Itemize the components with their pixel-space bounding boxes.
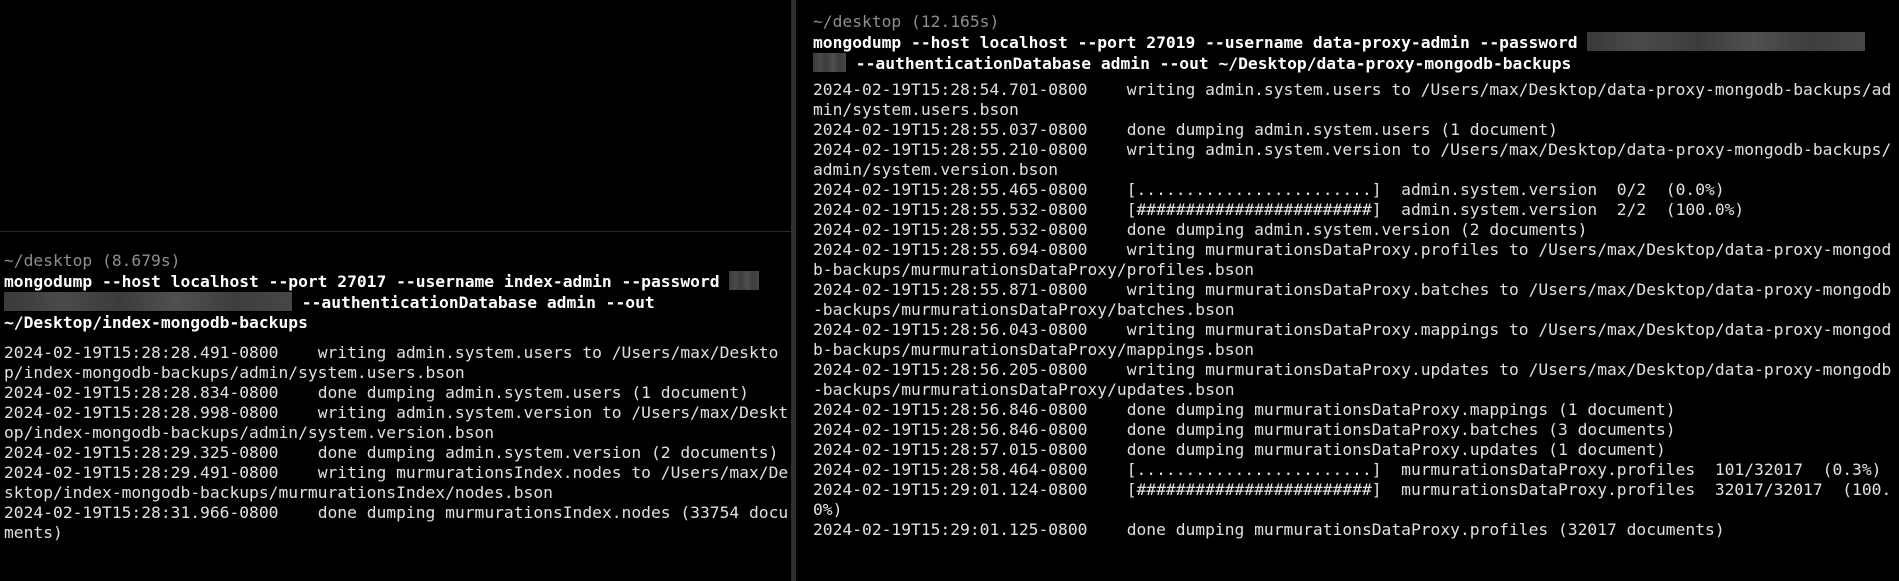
log-timestamp: 2024-02-19T15:28:54.701-0800 <box>813 80 1088 99</box>
log-timestamp: 2024-02-19T15:28:29.325-0800 <box>4 443 279 462</box>
log-timestamp: 2024-02-19T15:28:31.966-0800 <box>4 503 279 522</box>
log-timestamp: 2024-02-19T15:28:55.210-0800 <box>813 140 1088 159</box>
log-line: 2024-02-19T15:28:54.701-0800 writing adm… <box>813 80 1895 120</box>
log-message: done dumping admin.system.version (2 doc… <box>1126 220 1588 239</box>
log-timestamp: 2024-02-19T15:28:55.694-0800 <box>813 240 1088 259</box>
log-message: [........................] admin.system.… <box>1126 180 1725 199</box>
command-block: ~/desktop (12.165s) mongodump --host loc… <box>813 12 1895 540</box>
log-timestamp: 2024-02-19T15:28:56.846-0800 <box>813 420 1088 439</box>
redacted-password <box>813 53 846 72</box>
command-output: 2024-02-19T15:28:28.491-0800 writing adm… <box>4 343 790 543</box>
log-line: 2024-02-19T15:28:58.464-0800 [..........… <box>813 460 1895 480</box>
log-timestamp: 2024-02-19T15:28:56.205-0800 <box>813 360 1088 379</box>
command-block: ~/desktop (8.679s) mongodump --host loca… <box>4 251 790 543</box>
log-line: 2024-02-19T15:28:56.043-0800 writing mur… <box>813 320 1895 360</box>
log-line: 2024-02-19T15:28:29.325-0800 done dumpin… <box>4 443 790 463</box>
terminal-pane-right[interactable]: ~/desktop (12.165s) mongodump --host loc… <box>796 0 1899 581</box>
log-timestamp: 2024-02-19T15:29:01.125-0800 <box>813 520 1088 539</box>
log-line: 2024-02-19T15:28:28.491-0800 writing adm… <box>4 343 790 383</box>
log-message: done dumping murmurationsDataProxy.updat… <box>1126 440 1666 459</box>
command-line[interactable]: mongodump --host localhost --port 27019 … <box>813 32 1895 74</box>
log-line: 2024-02-19T15:28:28.834-0800 done dumpin… <box>4 383 790 403</box>
log-message: done dumping admin.system.users (1 docum… <box>317 383 749 402</box>
log-line: 2024-02-19T15:28:55.210-0800 writing adm… <box>813 140 1895 180</box>
log-timestamp: 2024-02-19T15:28:56.846-0800 <box>813 400 1088 419</box>
log-line: 2024-02-19T15:28:31.966-0800 done dumpin… <box>4 503 790 543</box>
terminal-pane-left[interactable]: ~/desktop (8.679s) mongodump --host loca… <box>0 0 791 581</box>
log-line: 2024-02-19T15:28:56.846-0800 done dumpin… <box>813 420 1895 440</box>
log-line: 2024-02-19T15:28:55.871-0800 writing mur… <box>813 280 1895 320</box>
log-timestamp: 2024-02-19T15:29:01.124-0800 <box>813 480 1088 499</box>
prompt-line: ~/desktop (8.679s) <box>4 251 181 270</box>
log-message: done dumping murmurationsDataProxy.profi… <box>1126 520 1725 539</box>
command-output: 2024-02-19T15:28:54.701-0800 writing adm… <box>813 80 1895 540</box>
log-timestamp: 2024-02-19T15:28:55.037-0800 <box>813 120 1088 139</box>
log-timestamp: 2024-02-19T15:28:55.465-0800 <box>813 180 1088 199</box>
log-line: 2024-02-19T15:28:56.846-0800 done dumpin… <box>813 400 1895 420</box>
redacted-password <box>4 292 292 311</box>
log-message: done dumping murmurationsDataProxy.mappi… <box>1126 400 1676 419</box>
log-timestamp: 2024-02-19T15:28:55.532-0800 <box>813 220 1088 239</box>
log-message: done dumping murmurationsDataProxy.batch… <box>1126 420 1676 439</box>
command-text: mongodump --host localhost --port 27019 … <box>813 33 1588 52</box>
log-line: 2024-02-19T15:28:28.998-0800 writing adm… <box>4 403 790 443</box>
command-text: mongodump --host localhost --port 27017 … <box>4 272 730 291</box>
log-timestamp: 2024-02-19T15:28:56.043-0800 <box>813 320 1088 339</box>
log-timestamp: 2024-02-19T15:28:57.015-0800 <box>813 440 1088 459</box>
log-message: [........................] murmurationsD… <box>1126 460 1882 479</box>
log-message: [########################] admin.system.… <box>1126 200 1745 219</box>
log-line: 2024-02-19T15:29:01.125-0800 done dumpin… <box>813 520 1895 540</box>
log-timestamp: 2024-02-19T15:28:55.871-0800 <box>813 280 1088 299</box>
command-line[interactable]: mongodump --host localhost --port 27017 … <box>4 271 790 333</box>
log-line: 2024-02-19T15:28:55.532-0800 done dumpin… <box>813 220 1895 240</box>
log-line: 2024-02-19T15:28:57.015-0800 done dumpin… <box>813 440 1895 460</box>
log-line: 2024-02-19T15:28:55.465-0800 [..........… <box>813 180 1895 200</box>
log-message: done dumping admin.system.users (1 docum… <box>1126 120 1558 139</box>
command-text: --authenticationDatabase admin --out ~/D… <box>846 54 1572 73</box>
terminal-window: ~/desktop (8.679s) mongodump --host loca… <box>0 0 1899 581</box>
log-line: 2024-02-19T15:29:01.124-0800 [##########… <box>813 480 1895 520</box>
log-line: 2024-02-19T15:28:55.037-0800 done dumpin… <box>813 120 1895 140</box>
log-message: done dumping admin.system.version (2 doc… <box>317 443 779 462</box>
prompt-line: ~/desktop (12.165s) <box>813 12 1000 31</box>
log-timestamp: 2024-02-19T15:28:28.491-0800 <box>4 343 279 362</box>
log-line: 2024-02-19T15:28:55.532-0800 [##########… <box>813 200 1895 220</box>
redacted-password <box>729 271 760 290</box>
log-timestamp: 2024-02-19T15:28:29.491-0800 <box>4 463 279 482</box>
log-timestamp: 2024-02-19T15:28:28.834-0800 <box>4 383 279 402</box>
pane-horizontal-divider <box>0 231 791 232</box>
log-line: 2024-02-19T15:28:56.205-0800 writing mur… <box>813 360 1895 400</box>
log-line: 2024-02-19T15:28:29.491-0800 writing mur… <box>4 463 790 503</box>
log-timestamp: 2024-02-19T15:28:55.532-0800 <box>813 200 1088 219</box>
log-timestamp: 2024-02-19T15:28:58.464-0800 <box>813 460 1088 479</box>
log-line: 2024-02-19T15:28:55.694-0800 writing mur… <box>813 240 1895 280</box>
log-timestamp: 2024-02-19T15:28:28.998-0800 <box>4 403 279 422</box>
redacted-password <box>1587 32 1866 51</box>
